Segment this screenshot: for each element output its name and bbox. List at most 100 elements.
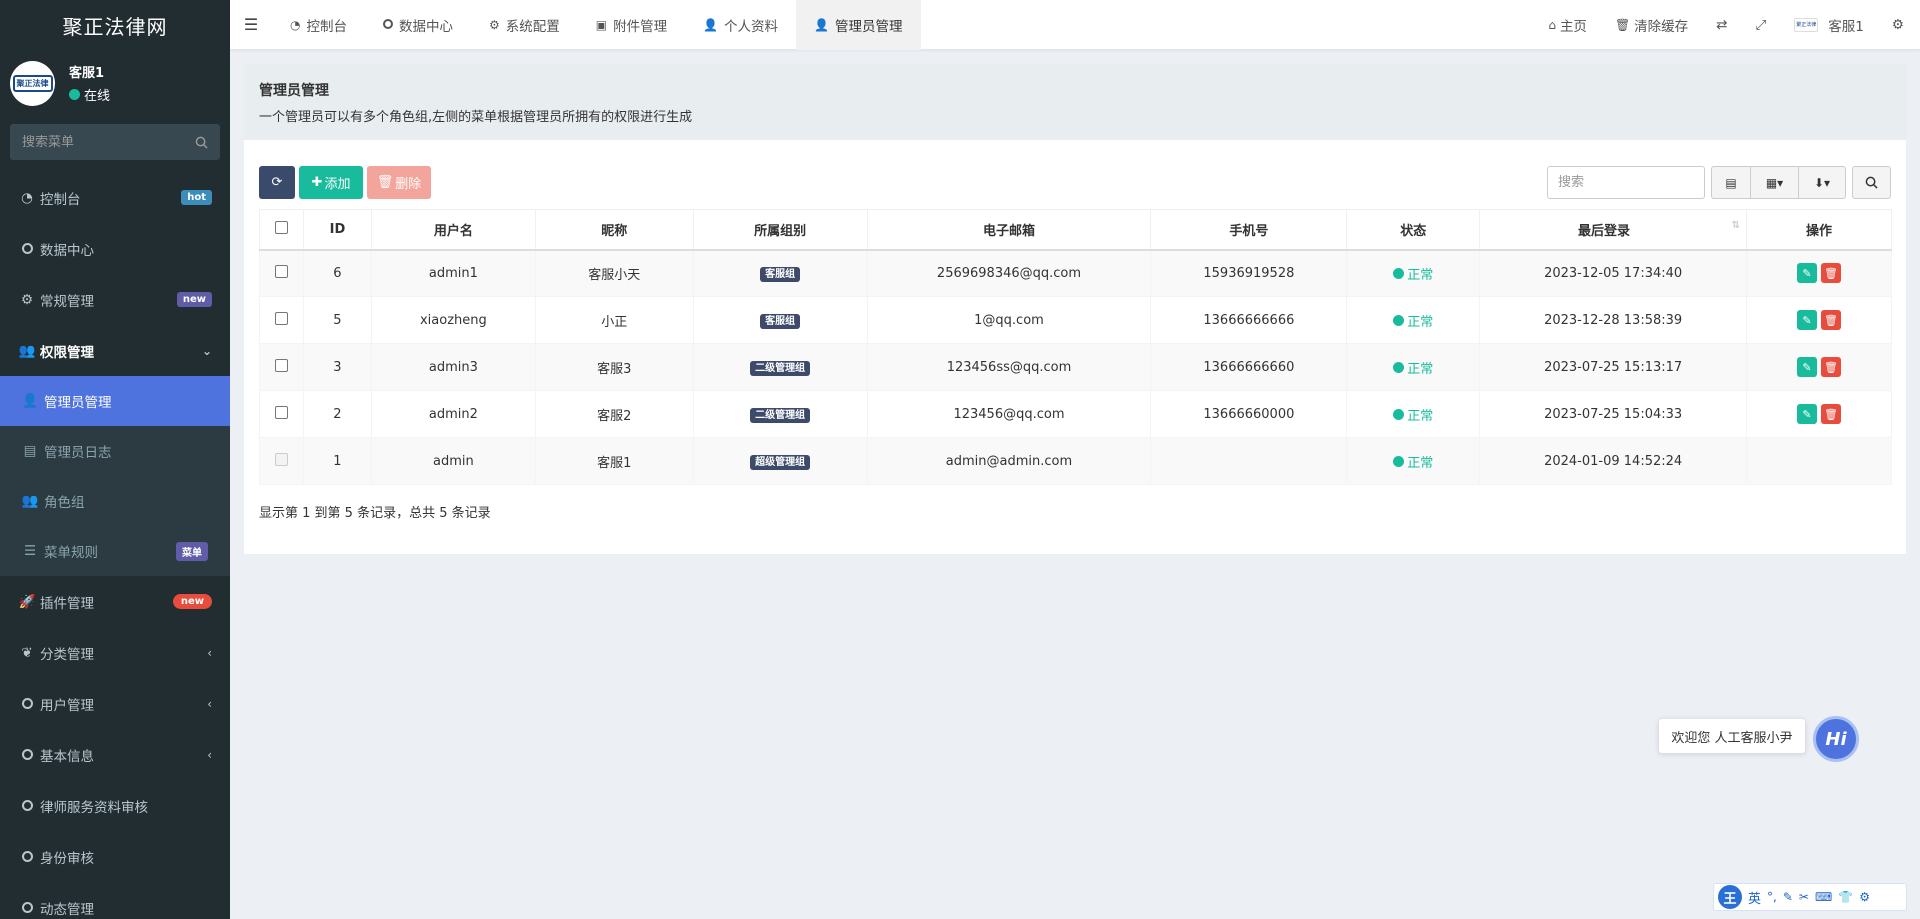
pencil-icon: ✎ <box>1802 407 1812 421</box>
col-username[interactable]: 用户名 <box>370 209 536 251</box>
tab-label: 管理员管理 <box>835 18 903 35</box>
tab-admin[interactable]: 👤 管理员管理 <box>796 0 921 50</box>
tab-dashboard[interactable]: ◔ 控制台 <box>272 0 365 50</box>
language-icon[interactable]: ⇄ <box>1702 17 1741 33</box>
sidebar-item-data-center[interactable]: 数据中心 <box>0 223 230 274</box>
user-menu-label: 客服1 <box>1828 18 1864 35</box>
col-status[interactable]: 状态 <box>1346 209 1481 251</box>
delete-row-button[interactable]: 🗑 <box>1821 404 1842 424</box>
table-search-input[interactable] <box>1547 166 1705 199</box>
sidebar-item-users[interactable]: 用户管理 ‹ <box>0 678 230 729</box>
delete-row-button[interactable]: 🗑 <box>1821 357 1842 377</box>
sidebar-item-identity-review[interactable]: 身份审核 <box>0 831 230 882</box>
settings-gear-icon[interactable]: ⚙ <box>1878 17 1920 33</box>
row-checkbox[interactable] <box>274 405 288 419</box>
tab-profile[interactable]: 👤 个人资料 <box>685 0 796 50</box>
tab-attachments[interactable]: ▣ 附件管理 <box>578 0 685 50</box>
chat-hi-button[interactable]: Hi <box>1813 716 1859 762</box>
status-badge[interactable]: 正常 <box>1393 311 1433 330</box>
row-checkbox[interactable] <box>274 358 288 372</box>
status-badge[interactable]: 正常 <box>1393 264 1433 283</box>
sidebar-item-admin-log[interactable]: ▤ 管理员日志 <box>0 426 230 476</box>
cell-email: 2569698346@qq.com <box>866 249 1152 297</box>
user-status: 在线 <box>69 85 110 104</box>
sidebar-item-general[interactable]: ⚙ 常规管理 new <box>0 274 230 325</box>
sidebar-item-auth[interactable]: 👥 权限管理 ⌄ <box>0 325 230 376</box>
app-logo-title[interactable]: 聚正法律网 <box>0 0 230 50</box>
chevron-left-icon: ‹ <box>207 747 212 762</box>
ime-logo-icon[interactable]: 王 <box>1718 885 1742 909</box>
tab-data-center[interactable]: 数据中心 <box>365 0 471 50</box>
clear-cache-label: 清除缓存 <box>1634 18 1689 35</box>
status-badge[interactable]: 正常 <box>1393 358 1433 377</box>
sidebar-item-basic-info[interactable]: 基本信息 ‹ <box>0 729 230 780</box>
status-badge[interactable]: 正常 <box>1393 405 1433 424</box>
sidebar-item-menu-rules[interactable]: ☰ 菜单规则 菜单 <box>0 526 230 576</box>
circle-icon <box>18 800 36 811</box>
table-row: 5 xiaozheng 小正 客服组 1@qq.com 13666666666 … <box>259 296 1892 344</box>
home-link[interactable]: ⌂ 主页 <box>1534 15 1601 35</box>
tab-label: 附件管理 <box>613 18 668 35</box>
cell-phone: 13666666660 <box>1150 343 1348 391</box>
table-row: 1 admin 客服1 超级管理组 admin@admin.com 正常 202… <box>259 437 1892 485</box>
chat-welcome-tooltip[interactable]: 欢迎您 人工客服小尹 <box>1659 719 1805 753</box>
ime-language-toggle[interactable]: 英 <box>1748 888 1761 907</box>
fullscreen-icon[interactable]: ⤢ <box>1741 17 1780 33</box>
sidebar-item-label: 数据中心 <box>40 242 94 259</box>
col-email[interactable]: 电子邮箱 <box>866 209 1152 251</box>
table-row: 3 admin3 客服3 二级管理组 123456ss@qq.com 13666… <box>259 343 1892 391</box>
edit-button[interactable]: ✎ <box>1797 404 1818 424</box>
delete-row-button[interactable]: 🗑 <box>1821 310 1842 330</box>
delete-row-button[interactable]: 🗑 <box>1821 263 1842 284</box>
trash-icon: 🗑 <box>1824 407 1838 421</box>
pen-icon[interactable]: ✎ <box>1783 890 1793 904</box>
clear-cache-button[interactable]: 🗑 清除缓存 <box>1601 15 1702 35</box>
delete-button[interactable]: 🗑 删除 <box>367 166 431 199</box>
sidebar-item-category[interactable]: ❦ 分类管理 ‹ <box>0 627 230 678</box>
sidebar-toggle-icon[interactable]: ☰ <box>230 15 272 34</box>
edit-button[interactable]: ✎ <box>1797 310 1818 330</box>
cell-phone: 13666666666 <box>1150 296 1348 344</box>
user-menu[interactable]: 聚正法律 客服1 <box>1780 15 1878 35</box>
sidebar-search-input[interactable] <box>22 134 182 150</box>
sidebar-item-dynamics[interactable]: 动态管理 <box>0 882 230 919</box>
scissors-icon[interactable]: ✂ <box>1799 890 1809 904</box>
refresh-button[interactable]: ⟳ <box>259 166 295 199</box>
status-badge[interactable]: 正常 <box>1393 452 1433 471</box>
col-phone[interactable]: 手机号 <box>1150 209 1348 251</box>
tab-system-config[interactable]: ⚙ 系统配置 <box>471 0 578 50</box>
select-all-checkbox[interactable] <box>274 220 288 234</box>
sidebar-item-admin[interactable]: 👤 管理员管理 <box>0 376 230 426</box>
user-icon: 👤 <box>21 393 39 409</box>
advanced-search-button[interactable] <box>1852 166 1891 199</box>
sidebar-item-dashboard[interactable]: ◔ 控制台 hot <box>0 172 230 223</box>
circle-icon <box>18 749 36 760</box>
sidebar-item-lawyer-review[interactable]: 律师服务资料审核 <box>0 780 230 831</box>
user-status-label: 在线 <box>84 89 111 104</box>
trash-icon: 🗑 <box>1824 360 1838 374</box>
col-nickname[interactable]: 昵称 <box>534 209 694 251</box>
sidebar-item-label: 分类管理 <box>40 646 94 663</box>
mini-avatar: 聚正法律 <box>1794 17 1819 32</box>
search-icon[interactable] <box>195 136 208 149</box>
row-checkbox[interactable] <box>274 311 288 325</box>
punctuation-icon[interactable]: °, <box>1767 890 1777 904</box>
keyboard-icon[interactable]: ⌨ <box>1815 890 1832 904</box>
col-group[interactable]: 所属组别 <box>692 209 868 251</box>
edit-button[interactable]: ✎ <box>1797 263 1818 284</box>
add-button[interactable]: ✚ 添加 <box>299 166 363 199</box>
toggle-view-button[interactable]: ▤ <box>1711 166 1750 199</box>
col-last-login[interactable]: 最后登录 ⇅ <box>1479 209 1748 251</box>
sidebar-item-plugins[interactable]: 🚀 插件管理 new <box>0 576 230 627</box>
export-dropdown[interactable]: ⬇▾ <box>1798 166 1846 199</box>
table-header-row: ID 用户名 昵称 所属组别 电子邮箱 手机号 状态 最后登录 ⇅ 操作 <box>259 209 1892 251</box>
sidebar-item-role-group[interactable]: 👥 角色组 <box>0 476 230 526</box>
edit-button[interactable]: ✎ <box>1797 357 1818 377</box>
gear-icon[interactable]: ⚙ <box>1859 890 1870 904</box>
sort-icon[interactable]: ⇅ <box>1732 220 1740 231</box>
skin-icon[interactable]: 👕 <box>1838 890 1853 904</box>
col-id[interactable]: ID <box>302 209 372 251</box>
list-alt-icon: ▤ <box>23 443 37 459</box>
columns-dropdown[interactable]: ▦▾ <box>1750 166 1798 199</box>
row-checkbox[interactable] <box>274 264 288 278</box>
